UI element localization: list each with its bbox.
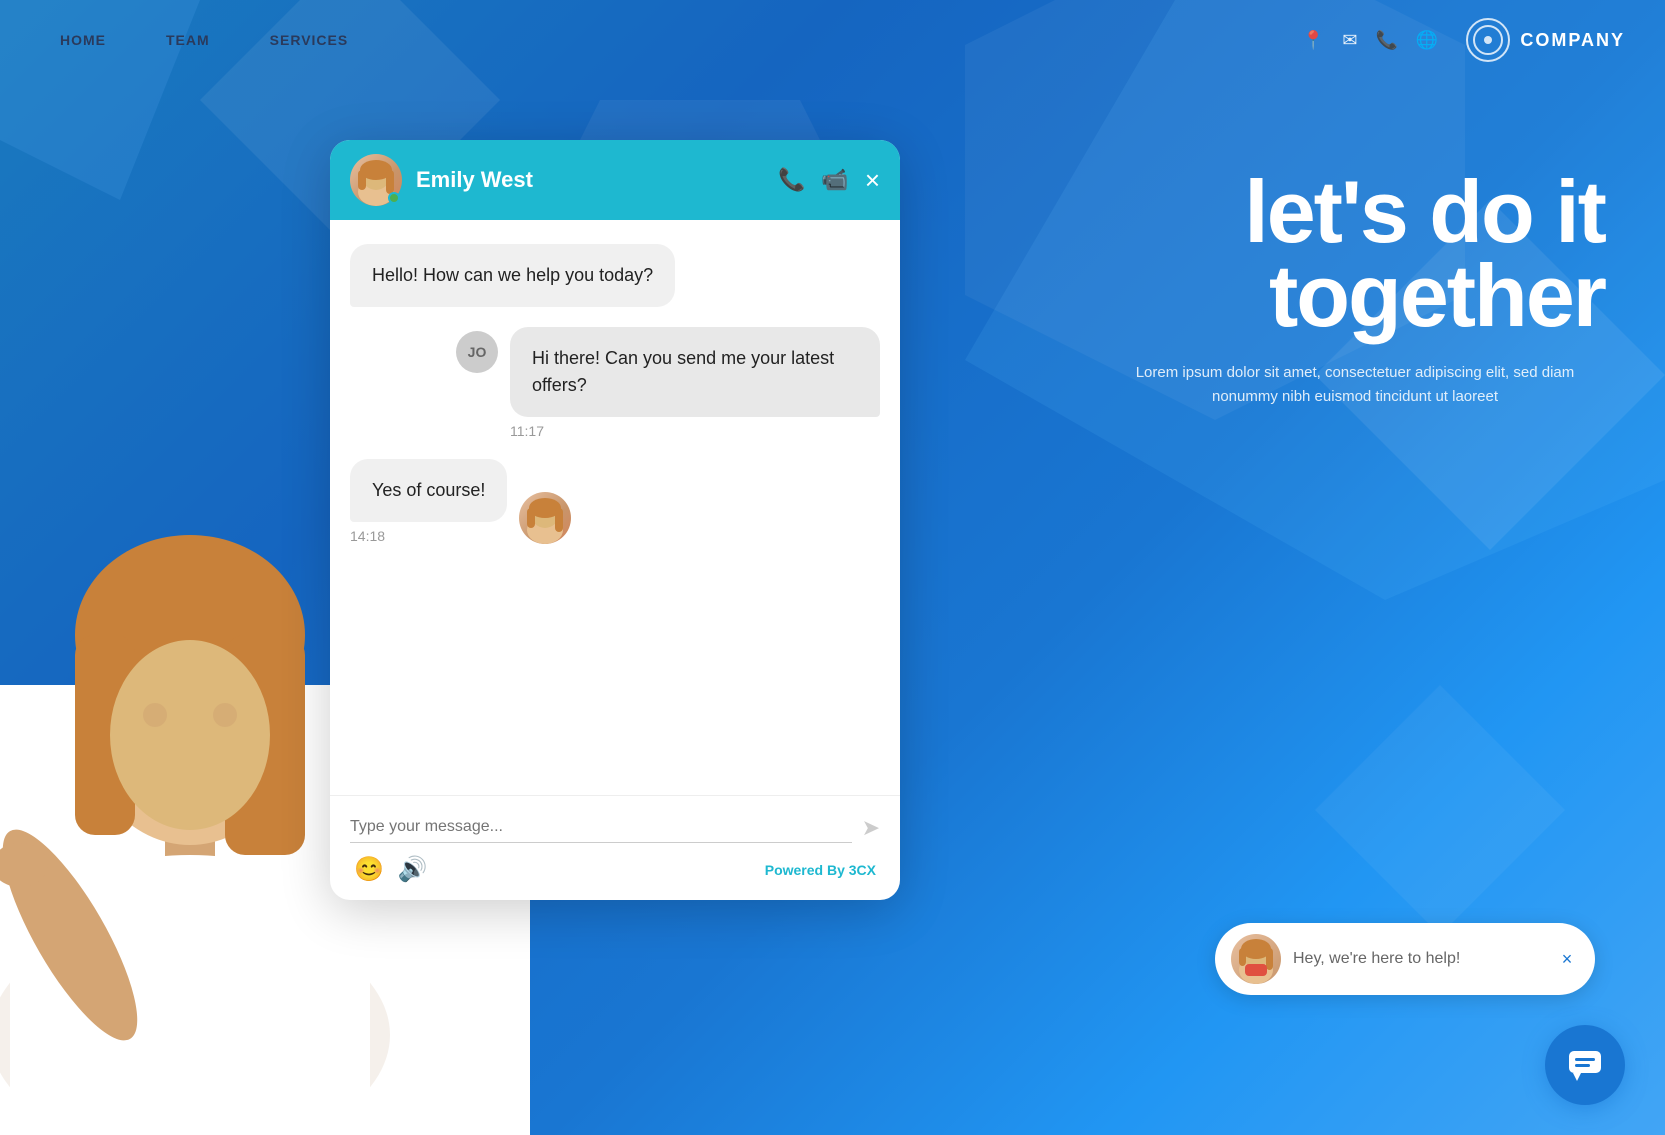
powered-by-label[interactable]: Powered By 3CX xyxy=(765,862,876,878)
message-3-agent-avatar xyxy=(519,492,571,544)
chat-window: Emily West 📞 📹 × Hello! How can we help … xyxy=(330,140,900,900)
hero-heading: let's do it together xyxy=(1105,170,1605,337)
message-2-time: 11:17 xyxy=(510,423,880,439)
phone-icon[interactable]: 📞 xyxy=(1375,30,1397,51)
hero-subtext: Lorem ipsum dolor sit amet, consectetuer… xyxy=(1105,361,1605,409)
message-3-time: 14:18 xyxy=(350,528,507,544)
message-2: JO Hi there! Can you send me your latest… xyxy=(456,327,880,439)
company-name-label: COMPANY xyxy=(1520,30,1625,51)
chat-footer: 😊 🔊 Powered By 3CX xyxy=(350,855,880,884)
hero-heading-line1: let's do it xyxy=(1105,170,1605,254)
chat-avatar-wrapper xyxy=(350,154,402,206)
message-1-bubble: Hello! How can we help you today? xyxy=(350,244,675,307)
logo-dot xyxy=(1484,36,1492,44)
mail-icon[interactable]: ✉ xyxy=(1342,30,1357,51)
popup-avatar xyxy=(1231,934,1281,984)
bg-shape-6 xyxy=(1315,685,1565,935)
emoji-button[interactable]: 😊 xyxy=(354,855,384,884)
main-nav: HOME TEAM SERVICES xyxy=(60,32,348,48)
message-3: Yes of course! 14:18 xyxy=(350,459,880,544)
message-3-content: Yes of course! 14:18 xyxy=(350,459,507,544)
online-indicator xyxy=(388,192,400,204)
video-icon[interactable]: 📹 xyxy=(821,167,848,193)
logo-inner-circle xyxy=(1473,25,1503,55)
chat-input-area: ➤ 😊 🔊 Powered By 3CX xyxy=(330,795,900,900)
call-icon[interactable]: 📞 xyxy=(778,167,805,193)
chat-messages-area[interactable]: Hello! How can we help you today? JO Hi … xyxy=(330,220,900,795)
popup-close-button[interactable]: × xyxy=(1555,947,1579,971)
chat-header: Emily West 📞 📹 × xyxy=(330,140,900,220)
location-icon[interactable]: 📍 xyxy=(1302,30,1324,51)
chat-bubble-icon xyxy=(1565,1045,1605,1085)
chat-bubble-button[interactable] xyxy=(1545,1025,1625,1105)
company-logo[interactable]: COMPANY xyxy=(1466,18,1625,62)
send-icon: ➤ xyxy=(862,815,880,840)
header: HOME TEAM SERVICES 📍 ✉ 📞 🌐 COMPANY xyxy=(0,0,1665,80)
nav-team[interactable]: TEAM xyxy=(166,32,210,48)
hero-heading-line2: together xyxy=(1105,254,1605,338)
chat-input-row: ➤ xyxy=(350,812,880,843)
message-1: Hello! How can we help you today? xyxy=(350,244,675,307)
message-2-content: Hi there! Can you send me your latest of… xyxy=(510,327,880,439)
message-2-avatar: JO xyxy=(456,331,498,373)
popup-text: Hey, we're here to help! xyxy=(1293,950,1555,968)
chat-header-actions: 📞 📹 xyxy=(778,167,849,193)
message-2-bubble: Hi there! Can you send me your latest of… xyxy=(510,327,880,417)
logo-circle xyxy=(1466,18,1510,62)
header-right: 📍 ✉ 📞 🌐 COMPANY xyxy=(1302,18,1625,62)
hero-text-block: let's do it together Lorem ipsum dolor s… xyxy=(1105,170,1605,409)
chat-close-button[interactable]: × xyxy=(865,165,880,196)
message-3-bubble: Yes of course! xyxy=(350,459,507,522)
globe-icon[interactable]: 🌐 xyxy=(1416,30,1438,51)
chat-footer-icons: 😊 🔊 xyxy=(354,855,428,884)
chat-message-input[interactable] xyxy=(350,812,852,843)
chat-agent-name: Emily West xyxy=(416,167,778,193)
chat-send-button[interactable]: ➤ xyxy=(862,815,880,841)
audio-button[interactable]: 🔊 xyxy=(398,855,428,884)
nav-services[interactable]: SERVICES xyxy=(270,32,349,48)
chat-popup-small[interactable]: Hey, we're here to help! × xyxy=(1215,923,1595,995)
nav-home[interactable]: HOME xyxy=(60,32,106,48)
